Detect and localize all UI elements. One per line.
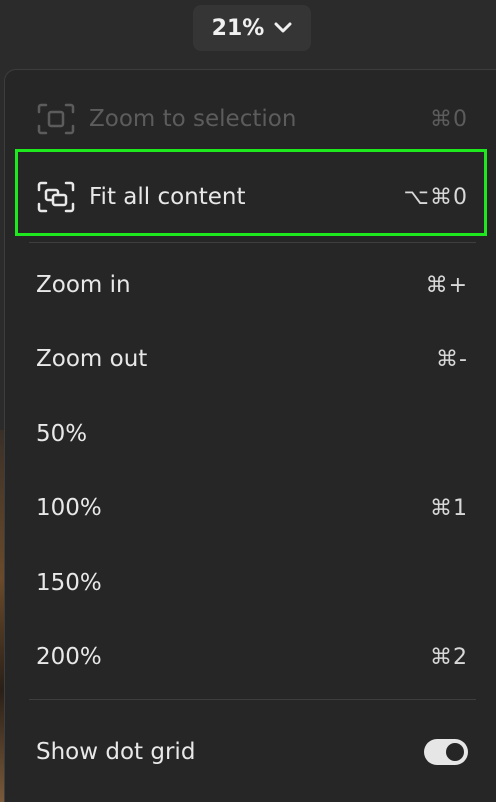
selection-highlight xyxy=(15,149,487,236)
menu-item-label: Zoom in xyxy=(36,272,131,298)
menu-item-label: 150% xyxy=(36,570,102,596)
menu-item-shortcut: ⌘+ xyxy=(425,272,468,298)
menu-item-shortcut: ⌘- xyxy=(436,346,468,372)
menu-item-zoom-in[interactable]: Zoom in ⌘+ xyxy=(5,255,496,315)
chevron-down-icon xyxy=(274,22,292,33)
menu-item-shortcut: ⌘0 xyxy=(430,106,468,132)
menu-item-label: 200% xyxy=(36,644,102,670)
menu-item-show-dot-grid[interactable]: Show dot grid xyxy=(5,722,496,782)
menu-item-zoom-150[interactable]: 150% xyxy=(5,553,496,613)
menu-item-zoom-100[interactable]: 100% ⌘1 xyxy=(5,478,496,538)
menu-item-shortcut: ⌘2 xyxy=(430,644,468,670)
zoom-level-button[interactable]: 21% xyxy=(193,5,311,51)
menu-item-label: Show dot grid xyxy=(36,739,196,765)
menu-item-zoom-200[interactable]: 200% ⌘2 xyxy=(5,627,496,687)
menu-item-zoom-50[interactable]: 50% xyxy=(5,404,496,464)
menu-item-zoom-to-selection[interactable]: Zoom to selection ⌘0 xyxy=(5,88,496,150)
menu-item-zoom-out[interactable]: Zoom out ⌘- xyxy=(5,329,496,389)
zoom-to-selection-icon xyxy=(37,103,75,135)
dot-grid-toggle[interactable] xyxy=(424,739,468,765)
menu-divider xyxy=(29,242,476,243)
zoom-menu: Zoom to selection ⌘0 Fit all content ⌥⌘0… xyxy=(4,69,496,802)
menu-item-shortcut: ⌘1 xyxy=(430,495,468,521)
menu-item-label: Zoom to selection xyxy=(89,106,297,132)
menu-item-label: Zoom out xyxy=(36,346,148,372)
menu-divider xyxy=(29,699,476,700)
zoom-level-value: 21% xyxy=(211,15,265,41)
menu-item-label: 50% xyxy=(36,421,88,447)
menu-item-label: 100% xyxy=(36,495,102,521)
toggle-knob xyxy=(446,743,464,761)
